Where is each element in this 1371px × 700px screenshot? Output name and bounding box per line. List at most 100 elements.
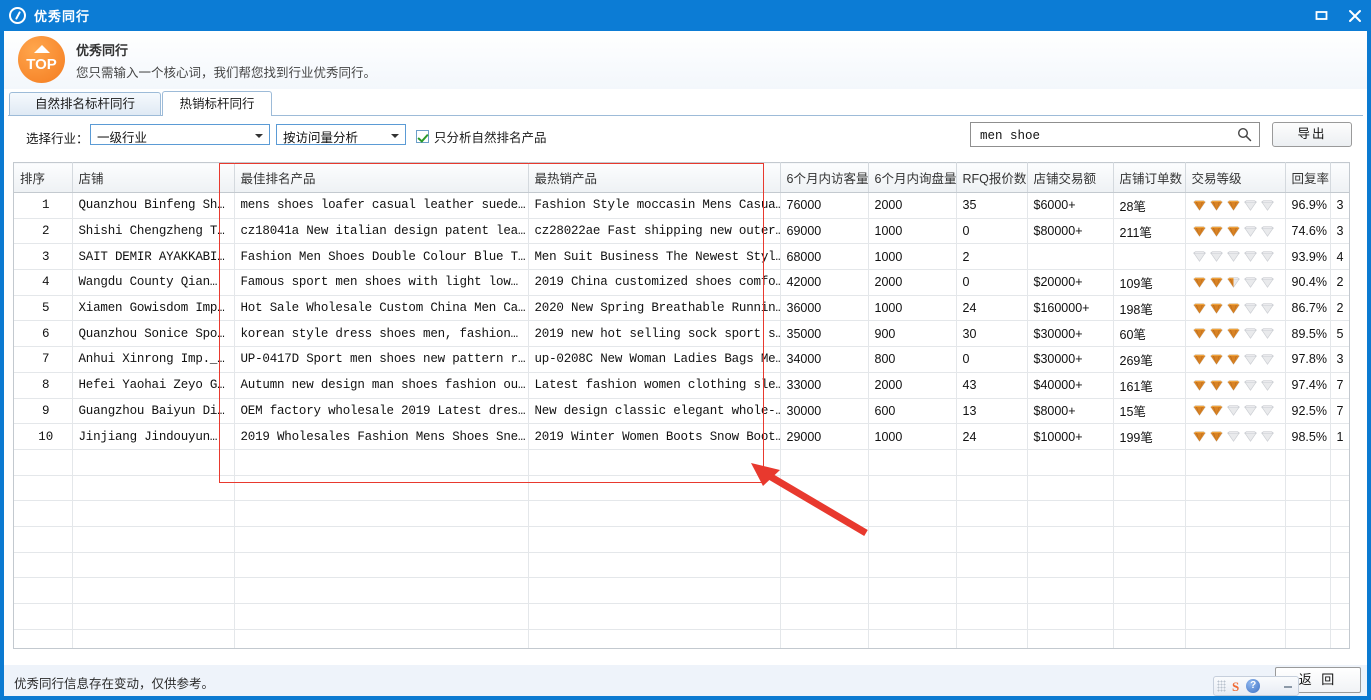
empty-cell (72, 552, 235, 579)
empty-cell (1027, 449, 1114, 476)
col-shop[interactable]: 店铺 (72, 162, 235, 193)
close-icon[interactable] (1338, 0, 1371, 31)
inquiries-6m-cell: 900 (868, 320, 957, 348)
table-empty-row (14, 552, 1349, 579)
empty-cell (1285, 603, 1331, 630)
col-rfq-quotes[interactable]: RFQ报价数 (956, 162, 1028, 193)
table-row[interactable]: 7 Anhui Xinrong Imp._… UP-0417D Sport men … (14, 346, 1349, 373)
extra-cell: 7 (1330, 398, 1349, 425)
maximize-icon[interactable] (1305, 0, 1338, 31)
search-box[interactable] (970, 122, 1260, 147)
ime-toolbar[interactable]: S ? (1213, 676, 1299, 696)
trade-level-gems (1192, 431, 1285, 442)
trade-level-cell (1185, 398, 1286, 425)
trade-level-cell (1185, 243, 1286, 271)
empty-cell (868, 526, 957, 553)
ime-minimize-icon[interactable] (1284, 686, 1292, 688)
trade-level-gem-icon (1209, 303, 1223, 314)
trade-level-gem-icon (1243, 200, 1257, 211)
empty-cell (72, 603, 235, 630)
industry-label: 选择行业： (26, 132, 89, 146)
empty-cell (868, 629, 957, 648)
trade-level-gem-icon (1243, 251, 1257, 263)
shop-turnover-cell: $160000+ (1027, 295, 1114, 322)
empty-cell (14, 475, 73, 502)
empty-cell (1185, 629, 1286, 648)
col-shop-turnover[interactable]: 店铺交易额 (1027, 162, 1114, 193)
empty-cell (72, 500, 235, 527)
tab-hot-selling[interactable]: 热销标杆同行 (162, 91, 272, 116)
empty-cell (234, 603, 529, 630)
empty-cell (72, 526, 235, 553)
rfq-quotes-cell: 24 (956, 295, 1028, 322)
table-empty-row (14, 526, 1349, 553)
table-row[interactable]: 9 Guangzhou Baiyun Di… OEM factory wholesa… (14, 398, 1349, 425)
empty-cell (780, 577, 869, 604)
index-cell: 4 (14, 269, 73, 296)
trade-level-cell (1185, 295, 1286, 322)
table-row[interactable]: 6 Quanzhou Sonice Spo… korean style dress … (14, 320, 1349, 348)
trade-level-gems (1192, 354, 1285, 365)
ime-drag-handle[interactable] (1217, 680, 1226, 692)
trade-level-gem-icon (1243, 431, 1257, 442)
col-inquiries-6m[interactable]: 6个月内询盘量 (868, 162, 957, 193)
empty-cell (14, 449, 73, 476)
col-shop-orders[interactable]: 店铺订单数 (1113, 162, 1186, 193)
empty-cell (234, 500, 529, 527)
best-rank-product-cell: OEM factory wholesale 2019 Latest dres… (234, 398, 529, 425)
table-row[interactable]: 5 Xiamen Gowisdom Imp… Hot Sale Wholesale … (14, 295, 1349, 322)
table-row[interactable]: 2 Shishi Chengzheng T… cz18041a New italia… (14, 218, 1349, 245)
search-input[interactable] (978, 126, 1192, 146)
trade-level-gem-icon (1192, 380, 1206, 391)
shop-cell: Xiamen Gowisdom Imp… (72, 295, 235, 322)
results-grid[interactable]: 排序 店铺 最佳排名产品 最热销产品 6个月内访客量 6个月内询盘量 RFQ报价… (13, 162, 1350, 649)
tab-natural-ranking[interactable]: 自然排名标杆同行 (9, 92, 161, 116)
col-hot-product[interactable]: 最热销产品 (528, 162, 781, 193)
table-empty-row (14, 449, 1349, 476)
table-row[interactable]: 3 SAIT DEMIR AYAKKABI… Fashion Men Shoes D… (14, 243, 1349, 271)
shop-cell: Wangdu County Qian… (72, 269, 235, 296)
inquiries-6m-cell: 2000 (868, 269, 957, 296)
table-row[interactable]: 1 Quanzhou Binfeng Sh… mens shoes loafer c… (14, 192, 1349, 219)
reply-rate-cell: 96.9% (1285, 192, 1331, 219)
trade-level-cell (1185, 346, 1286, 373)
col-trade-level[interactable]: 交易等级 (1185, 162, 1286, 193)
table-row[interactable]: 10 Jinjiang Jindouyun… 2019 Wholesales Fas… (14, 423, 1349, 450)
empty-cell (14, 526, 73, 553)
trade-level-gem-icon (1209, 200, 1223, 211)
reply-rate-cell: 93.9% (1285, 243, 1331, 271)
rfq-quotes-cell: 35 (956, 192, 1028, 219)
col-visitors-6m[interactable]: 6个月内访客量 (780, 162, 869, 193)
shop-orders-cell: 269笔 (1113, 346, 1186, 373)
trade-level-gem-icon (1209, 277, 1223, 288)
shop-turnover-cell: $6000+ (1027, 192, 1114, 219)
natural-only-checkbox[interactable]: 只分析自然排名产品 (416, 127, 547, 146)
search-icon[interactable] (1237, 127, 1252, 145)
industry-select[interactable]: 一级行业 (90, 124, 270, 145)
col-extra[interactable] (1330, 162, 1349, 193)
hot-product-cell: up-0208C New Woman Ladies Bags Me… (528, 346, 781, 373)
empty-cell (1185, 500, 1286, 527)
empty-cell (528, 500, 781, 527)
table-row[interactable]: 8 Hefei Yaohai Zeyo G… Autumn new design m… (14, 372, 1349, 399)
ime-help-icon[interactable]: ? (1246, 679, 1261, 693)
empty-cell (956, 526, 1028, 553)
empty-cell (1185, 475, 1286, 502)
sogou-logo-icon[interactable]: S (1232, 680, 1239, 693)
export-button[interactable]: 导出 (1272, 122, 1352, 147)
analysis-select-value: 按访问量分析 (283, 131, 359, 145)
empty-cell (1285, 577, 1331, 604)
col-best-rank-product[interactable]: 最佳排名产品 (234, 162, 529, 193)
empty-cell (1285, 449, 1331, 476)
empty-cell (234, 475, 529, 502)
reply-rate-cell: 98.5% (1285, 423, 1331, 450)
analysis-select[interactable]: 按访问量分析 (276, 124, 406, 145)
table-row[interactable]: 4 Wangdu County Qian… Famous sport men sho… (14, 269, 1349, 296)
trade-level-gem-icon (1260, 303, 1274, 314)
col-reply-rate[interactable]: 回复率 (1285, 162, 1331, 193)
col-rank[interactable]: 排序 (14, 162, 73, 193)
rfq-quotes-cell: 43 (956, 372, 1028, 399)
empty-cell (14, 629, 73, 648)
empty-cell (528, 552, 781, 579)
trade-level-gem-icon (1260, 277, 1274, 288)
